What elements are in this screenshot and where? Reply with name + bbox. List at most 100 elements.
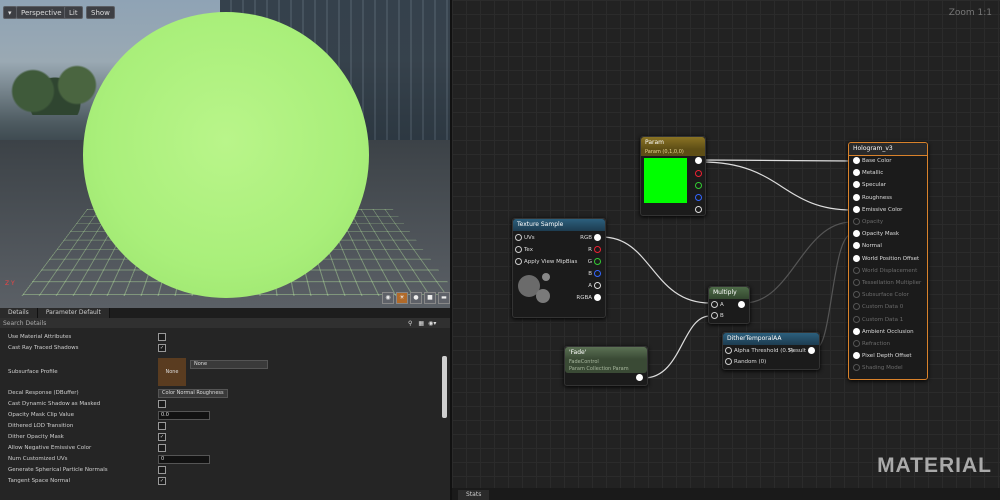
property-row: Opacity Mask Clip Value 0.0 — [0, 410, 440, 421]
property-label: Allow Negative Emissive Color — [8, 445, 92, 451]
fade-type-label: Param Collection Param — [565, 366, 647, 373]
property-row: Use Material Attributes — [0, 332, 440, 343]
preview-sphere[interactable] — [83, 12, 369, 298]
details-scrollbar[interactable] — [442, 356, 447, 418]
tab-details[interactable]: Details — [0, 308, 38, 318]
texture-input-uvs[interactable]: UVs — [513, 234, 535, 242]
result-pin[interactable]: Normal — [851, 242, 882, 250]
result-pin[interactable]: Tessellation Multiplier — [851, 279, 921, 287]
result-pin[interactable]: Opacity Mask — [851, 230, 899, 238]
result-pin[interactable]: Custom Data 1 — [851, 315, 903, 324]
result-pin[interactable]: World Position Offset — [851, 254, 919, 263]
dither-output-result[interactable]: Result — [789, 347, 817, 355]
property-checkbox[interactable]: ✓ — [158, 432, 166, 441]
property-value: 0 — [158, 454, 210, 465]
property-value: Color Normal Roughness — [158, 388, 228, 399]
details-search-input[interactable]: Search Details — [3, 320, 408, 327]
result-pin[interactable]: Emissive Color — [851, 205, 902, 214]
property-value: None None — [158, 358, 268, 386]
property-label: Use Material Attributes — [8, 334, 72, 340]
result-pin[interactable]: Refraction — [851, 340, 890, 348]
cube-icon[interactable]: ■ — [424, 292, 436, 304]
multiply-input-a[interactable]: A — [709, 301, 724, 309]
subsurface-asset-dropdown[interactable]: None — [190, 360, 268, 369]
texture-sample-title: Texture Sample — [513, 219, 605, 231]
texture-input-tex[interactable]: Tex — [513, 246, 533, 254]
property-checkbox[interactable] — [158, 421, 166, 430]
dither-input-random[interactable]: Random (0) — [723, 358, 766, 366]
param-output-rgb[interactable] — [693, 157, 704, 165]
result-pin[interactable]: Ambient Occlusion — [851, 327, 914, 336]
viewport-preview-toolbar: ◉ ☀ ● ■ ▬ — [382, 292, 450, 304]
tab-parameter-default[interactable]: Parameter Default — [37, 308, 110, 318]
material-watermark: MATERIAL — [877, 454, 992, 477]
param-color-swatch[interactable] — [644, 158, 687, 203]
material-graph[interactable]: Param Param (0,1,0,0) Texture Sample UVs… — [452, 0, 1000, 500]
param-node[interactable]: Param Param (0,1,0,0) — [640, 136, 706, 216]
grid-view-icon[interactable]: ▦ — [418, 320, 424, 327]
subsurface-asset-thumbnail[interactable]: None — [158, 358, 186, 386]
plane-icon[interactable]: ▬ — [438, 292, 450, 304]
result-pin[interactable]: Opacity — [851, 218, 883, 226]
wire-dither-to-opacitymask — [815, 233, 853, 349]
property-checkbox[interactable] — [158, 399, 166, 408]
material-result-node[interactable]: Hologram_v3 Base Color Metallic Specular Ro… — [848, 142, 928, 380]
texture-output-a[interactable]: A — [588, 282, 603, 290]
property-row: Dither Opacity Mask ✓ — [0, 432, 440, 443]
tab-stats[interactable]: Stats — [458, 490, 490, 500]
texture-output-r[interactable]: R — [588, 246, 603, 254]
param-output-g[interactable] — [693, 182, 704, 190]
show-button[interactable]: Show — [86, 6, 115, 19]
result-pin[interactable]: Specular — [851, 181, 886, 189]
property-label: Subsurface Profile — [8, 369, 58, 375]
multiply-node[interactable]: Multiply A B — [708, 286, 750, 324]
fade-output[interactable] — [634, 374, 645, 382]
details-tabs: Details Parameter Default — [0, 308, 452, 318]
result-pin[interactable]: Custom Data 0 — [851, 303, 903, 311]
property-label: Tangent Space Normal — [8, 478, 70, 484]
dither-temporal-aa-node[interactable]: DitherTemporalAA Alpha Threshold (0.5) R… — [722, 332, 820, 370]
texture-output-rgb[interactable]: RGB — [580, 234, 603, 242]
param-output-r[interactable] — [693, 170, 704, 178]
texture-input-mipbias[interactable]: Apply View MipBias — [513, 258, 577, 266]
camera-icon[interactable]: ◉ — [382, 292, 394, 304]
property-checkbox[interactable] — [158, 443, 166, 452]
texture-output-g[interactable]: G — [588, 258, 603, 266]
param-output-b[interactable] — [693, 194, 704, 202]
fade-title: 'Fade' — [565, 347, 647, 359]
property-number-field[interactable]: 0.0 — [158, 411, 210, 420]
property-checkbox[interactable] — [158, 465, 166, 474]
texture-output-rgba[interactable]: RGBA — [576, 294, 603, 302]
result-pin[interactable]: Shading Model — [851, 364, 903, 372]
param-output-a[interactable] — [693, 206, 704, 214]
result-pin[interactable]: Subsurface Color — [851, 291, 909, 299]
property-checkbox[interactable]: ✓ — [158, 476, 166, 485]
texture-output-b[interactable]: B — [588, 270, 603, 278]
result-pin[interactable]: World Displacement — [851, 266, 917, 275]
eye-icon[interactable]: ◉▾ — [428, 320, 436, 327]
light-icon[interactable]: ☀ — [396, 292, 408, 304]
zoom-level: Zoom 1:1 — [948, 8, 992, 18]
param-node-title: Param — [641, 137, 705, 149]
perspective-button[interactable]: Perspective — [16, 6, 67, 19]
result-pin[interactable]: Pixel Depth Offset — [851, 352, 912, 360]
wire-texture-to-multiply-a — [601, 236, 711, 304]
wire-param-to-emissive — [701, 161, 853, 211]
property-checkbox[interactable] — [158, 332, 166, 341]
property-number-field[interactable]: 0 — [158, 455, 210, 464]
search-icon[interactable]: ⚲ — [408, 320, 412, 327]
texture-sample-node[interactable]: Texture Sample UVs Tex Apply View MipBia… — [512, 218, 606, 318]
fade-collection-param-node[interactable]: 'Fade' FadeControl Param Collection Para… — [564, 346, 648, 386]
property-checkbox[interactable]: ✓ — [158, 343, 166, 352]
dither-input-alpha-threshold[interactable]: Alpha Threshold (0.5) — [723, 347, 793, 355]
multiply-input-b[interactable]: B — [709, 312, 724, 320]
result-pin[interactable]: Metallic — [851, 169, 883, 177]
material-sphere-icon[interactable]: ● — [410, 292, 422, 304]
lit-button[interactable]: Lit — [64, 6, 83, 19]
multiply-output[interactable] — [736, 301, 747, 309]
property-dropdown[interactable]: Color Normal Roughness — [158, 389, 228, 398]
result-pin[interactable]: Base Color — [851, 157, 892, 165]
result-pin[interactable]: Roughness — [851, 193, 892, 202]
viewport-menu-button[interactable]: ▾ — [3, 6, 17, 19]
preview-viewport[interactable]: ▾ Perspective Lit Show Z Y ◉ ☀ ● ■ ▬ — [0, 0, 450, 308]
